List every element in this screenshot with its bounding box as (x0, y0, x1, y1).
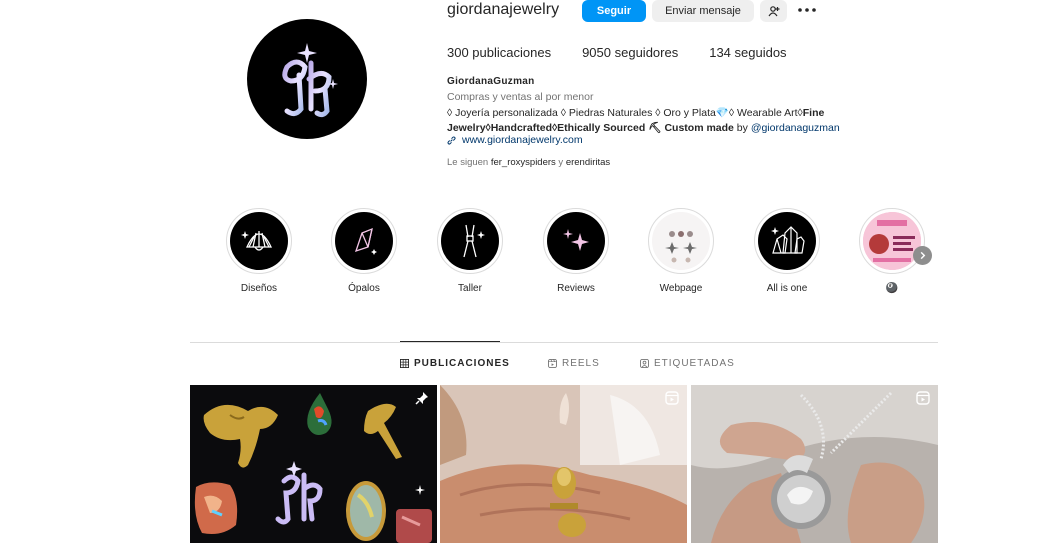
reel-icon (665, 391, 679, 405)
post-thumbnail[interactable] (691, 385, 938, 543)
pliers-icon (463, 224, 485, 258)
following-count[interactable]: 134 seguidos (709, 45, 786, 60)
tab-label: ETIQUETADAS (654, 358, 735, 369)
tab-label: PUBLICACIONES (414, 358, 510, 369)
website-row[interactable]: www.giordanajewelry.com (447, 134, 583, 146)
highlight-label: All is one (766, 283, 808, 294)
highlight-disenos[interactable]: Diseños (224, 208, 294, 294)
shell-icon (241, 231, 273, 251)
profile-username: giordanajewelry (447, 1, 560, 18)
pinned-icon (415, 392, 428, 405)
highlight-all-is-one[interactable]: All is one (752, 208, 822, 294)
tab-etiquetadas[interactable]: ETIQUETADAS (640, 358, 735, 369)
website-link[interactable]: www.giordanajewelry.com (462, 134, 583, 146)
webpage-icon (665, 231, 697, 263)
followed-user-link[interactable]: erendiritas (566, 157, 610, 168)
bio-by: by (733, 121, 751, 134)
highlight-taller[interactable]: Taller (435, 208, 505, 294)
crystals-cluster-icon (771, 226, 805, 254)
highlight-label: Ópalos (348, 283, 380, 294)
send-message-button[interactable]: Enviar mensaje (652, 0, 754, 22)
post-thumbnail[interactable] (190, 385, 437, 543)
reels-icon (548, 359, 557, 368)
suggest-user-button[interactable] (760, 0, 787, 22)
active-tab-indicator (400, 341, 500, 342)
highlight-label: Diseños (240, 283, 278, 294)
silver-pendant-image (691, 385, 938, 543)
followed-prefix: Le siguen (447, 157, 491, 168)
link-icon (447, 136, 456, 144)
hand-gold-rings-image (440, 385, 687, 543)
profile-bio: ◊ Joyería personalizada ◊ Piedras Natura… (447, 106, 887, 135)
highlight-label: Reviews (557, 283, 595, 294)
highlight-label: Taller (458, 283, 482, 294)
profile-category: Compras y ventas al por menor (447, 91, 594, 103)
bio-line1-bold: Fine (802, 107, 825, 119)
add-user-icon (768, 6, 779, 17)
highlight-label: 🎱 (885, 283, 899, 294)
bio-line1: ◊ Joyería personalizada ◊ Piedras Natura… (447, 107, 803, 119)
post-thumbnail[interactable] (440, 385, 687, 543)
tab-reels[interactable]: REELS (548, 358, 600, 369)
followed-sep: y (555, 157, 566, 168)
grid-icon (400, 359, 409, 368)
followers-count[interactable]: 9050 seguidores (582, 45, 678, 60)
highlight-opalos[interactable]: Ópalos (329, 208, 399, 294)
more-dots-icon (798, 8, 816, 12)
followed-user-link[interactable]: fer_roxyspiders (491, 157, 556, 168)
reel-icon (916, 391, 930, 405)
highlight-label: Webpage (659, 283, 703, 294)
follow-button[interactable]: Seguir (582, 0, 646, 22)
more-options-button[interactable] (797, 2, 817, 18)
tab-publicaciones[interactable]: PUBLICACIONES (400, 358, 510, 369)
posts-count: 300 publicaciones (447, 45, 552, 60)
tab-label: REELS (562, 358, 600, 369)
bio-line2-bold: Jewelry◊Handcrafted◊Ethically Sourced ⛏ … (447, 121, 734, 134)
profile-avatar[interactable] (247, 19, 367, 139)
bio-mention-link[interactable]: @giordanaguzman (751, 122, 840, 134)
chevron-right-icon (920, 251, 926, 260)
sparkles-icon (563, 229, 589, 251)
event-flyer-icon (863, 212, 921, 270)
tagged-icon (640, 359, 649, 368)
tabs-divider (190, 342, 938, 343)
profile-full-name: GiordanaGuzman (447, 76, 535, 87)
crystal-icon (354, 227, 377, 255)
giordana-logo-icon (282, 43, 338, 118)
followed-by: Le siguen fer_roxyspiders y erendiritas (447, 157, 610, 168)
highlights-next-button[interactable] (913, 246, 932, 265)
highlight-webpage[interactable]: Webpage (646, 208, 716, 294)
jewelry-flatlay-image (190, 385, 437, 543)
profile-stats: 300 publicaciones 9050 seguidores 134 se… (447, 45, 818, 60)
highlight-reviews[interactable]: Reviews (541, 208, 611, 294)
